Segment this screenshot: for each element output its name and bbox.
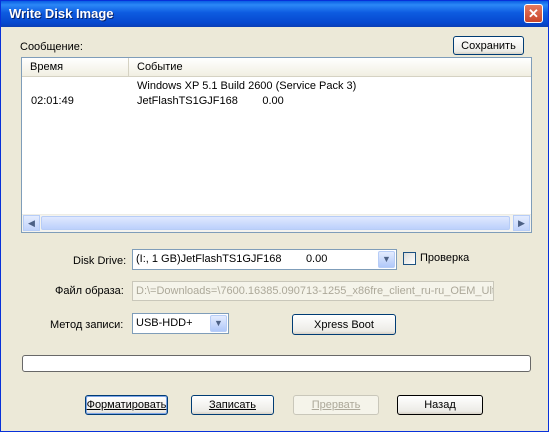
message-label: Сообщение:	[20, 41, 83, 53]
chevron-down-icon[interactable]: ▼	[378, 251, 395, 268]
close-button[interactable]: ✕	[524, 4, 543, 23]
list-item[interactable]: Windows XP 5.1 Build 2600 (Service Pack …	[22, 80, 531, 94]
image-file-field[interactable]: D:\=Downloads=\7600.16385.090713-1255_x8…	[132, 281, 494, 301]
write-button-label: Записать	[208, 399, 256, 411]
arrow-left-icon[interactable]: ◀	[23, 215, 40, 231]
message-list[interactable]: Время Событие Windows XP 5.1 Build 2600 …	[21, 57, 532, 233]
disk-drive-select[interactable]: (I:, 1 GB)JetFlashTS1GJF168 0.00 ▼	[132, 249, 397, 270]
arrow-right-icon[interactable]: ▶	[513, 215, 530, 231]
format-button-label: Форматировать	[86, 399, 167, 411]
image-file-value: D:\=Downloads=\7600.16385.090713-1255_x8…	[136, 285, 494, 297]
abort-button-label: Прервать	[311, 399, 361, 411]
write-method-value: USB-HDD+	[136, 317, 193, 329]
disk-drive-label: Disk Drive:	[73, 255, 127, 267]
list-item-time: 02:01:49	[31, 95, 74, 107]
write-method-select[interactable]: USB-HDD+ ▼	[132, 313, 229, 334]
save-log-button[interactable]: Сохранить	[453, 36, 524, 55]
list-item-event: Windows XP 5.1 Build 2600 (Service Pack …	[137, 80, 357, 92]
list-item[interactable]: 02:01:49 JetFlashTS1GJF168 0.00	[22, 95, 531, 109]
image-file-label: Файл образа:	[55, 285, 124, 297]
write-button[interactable]: Записать	[191, 395, 274, 415]
horizontal-scrollbar[interactable]: ◀ ▶	[22, 214, 531, 232]
window-title: Write Disk Image	[9, 6, 114, 21]
write-method-label: Метод записи:	[50, 319, 124, 331]
back-button[interactable]: Назад	[397, 395, 483, 415]
title-bar: Write Disk Image ✕	[1, 1, 548, 27]
disk-drive-value: (I:, 1 GB)JetFlashTS1GJF168 0.00	[136, 253, 328, 265]
chevron-down-icon[interactable]: ▼	[210, 315, 227, 332]
abort-button[interactable]: Прервать	[293, 395, 379, 415]
verify-checkbox[interactable]	[403, 252, 416, 265]
list-item-event: JetFlashTS1GJF168 0.00	[137, 95, 284, 107]
write-disk-image-window: Write Disk Image ✕ Сообщение: Сохранить …	[0, 0, 549, 432]
xpress-boot-button[interactable]: Xpress Boot	[292, 314, 396, 335]
column-header-event[interactable]: Событие	[129, 58, 531, 76]
close-icon: ✕	[528, 6, 539, 21]
list-header: Время Событие	[22, 58, 531, 77]
verify-label[interactable]: Проверка	[420, 252, 469, 264]
column-header-time[interactable]: Время	[22, 58, 129, 76]
scrollbar-thumb[interactable]	[41, 216, 510, 230]
progress-bar	[22, 355, 531, 372]
format-button[interactable]: Форматировать	[85, 395, 168, 415]
